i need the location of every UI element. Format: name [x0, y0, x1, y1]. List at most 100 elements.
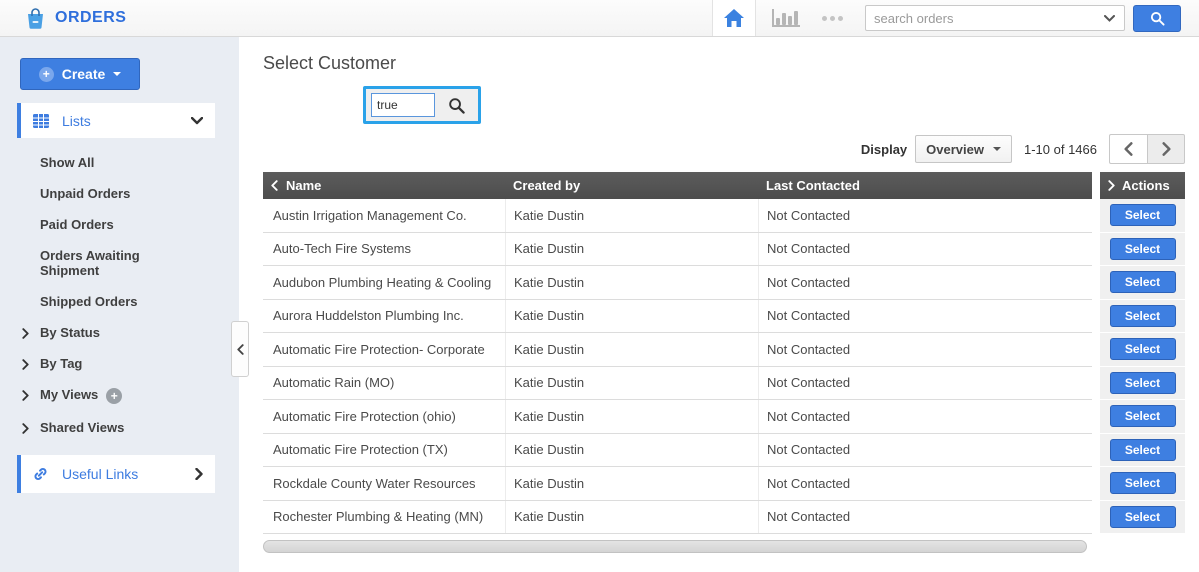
dot-icon [838, 15, 843, 21]
table-row: Audubon Plumbing Heating & Cooling Katie… [263, 266, 1092, 300]
more-options-button[interactable] [822, 15, 843, 21]
chevron-right-icon [1108, 180, 1115, 191]
horizontal-scrollbar[interactable] [263, 540, 1087, 553]
chevron-right-icon [1161, 142, 1171, 156]
cell-created-by: Katie Dustin [505, 366, 758, 399]
shopping-bag-icon [28, 7, 43, 29]
column-label-created-by: Created by [513, 178, 581, 193]
actions-body: Select Select Select Select Select Selec… [1100, 199, 1185, 534]
global-search-button[interactable] [1133, 4, 1181, 32]
cell-created-by: Katie Dustin [505, 433, 758, 466]
select-button[interactable]: Select [1109, 204, 1176, 227]
table-row: Rochester Plumbing & Heating (MN) Katie … [263, 500, 1092, 534]
plus-icon: + [38, 66, 54, 82]
column-label-actions: Actions [1122, 178, 1170, 193]
table-row: Austin Irrigation Management Co. Katie D… [263, 199, 1092, 233]
search-icon [448, 97, 465, 114]
actions-cell: Select [1100, 500, 1185, 534]
customer-search-widget [363, 86, 481, 124]
actions-cell: Select [1100, 266, 1185, 300]
table-row: Automatic Rain (MO) Katie Dustin Not Con… [263, 366, 1092, 400]
cell-created-by: Katie Dustin [505, 333, 758, 366]
cell-name: Automatic Rain (MO) [273, 375, 395, 391]
sidebar-item-shared-views[interactable]: Shared Views+ [0, 412, 190, 443]
topbar-right-group [712, 0, 1199, 36]
sidebar-item-label: Unpaid Orders [40, 186, 131, 201]
select-button[interactable]: Select [1109, 371, 1176, 394]
actions-cell: Select [1100, 333, 1185, 367]
cell-last-contacted: Not Contacted [758, 467, 1092, 500]
sidebar-item-unpaid-orders[interactable]: Unpaid Orders+ [0, 178, 190, 209]
caret-down-icon [113, 72, 122, 80]
dot-icon [822, 15, 827, 21]
column-header-actions[interactable]: Actions [1100, 172, 1185, 199]
cell-created-by: Katie Dustin [505, 266, 758, 299]
sidebar: + Create Lists Show All+ [0, 37, 239, 572]
cell-name: Austin Irrigation Management Co. [273, 207, 467, 223]
sidebar-item-paid-orders[interactable]: Paid Orders+ [0, 209, 190, 240]
chevron-left-icon [1124, 142, 1133, 156]
select-button[interactable]: Select [1109, 472, 1176, 495]
cell-name: Automatic Fire Protection- Corporate [273, 341, 485, 357]
useful-links-label: Useful Links [62, 465, 139, 482]
previous-page-button[interactable] [1109, 134, 1147, 164]
select-button[interactable]: Select [1109, 237, 1176, 260]
sidebar-item-shipped-orders[interactable]: Shipped Orders+ [0, 286, 190, 317]
sidebar-item-useful-links[interactable]: Useful Links [17, 454, 215, 493]
app-logo: ORDERS [26, 7, 126, 29]
select-button[interactable]: Select [1109, 271, 1176, 294]
cell-name: Rochester Plumbing & Heating (MN) [273, 509, 484, 525]
actions-cell: Select [1100, 366, 1185, 400]
main-content: Select Customer Display Overview 1-10 of… [239, 37, 1199, 572]
home-icon [724, 9, 744, 27]
sidebar-collapse-handle[interactable] [231, 321, 249, 377]
table-grid-icon [33, 113, 49, 128]
sidebar-item-lists[interactable]: Lists [17, 103, 215, 138]
customer-search-button[interactable] [439, 92, 473, 118]
display-mode-dropdown[interactable]: Overview [915, 135, 1012, 163]
display-mode-value: Overview [926, 141, 984, 157]
select-button[interactable]: Select [1109, 405, 1176, 428]
cell-created-by: Katie Dustin [505, 467, 758, 500]
select-button[interactable]: Select [1109, 338, 1176, 361]
sidebar-item-by-status[interactable]: By Status+ [0, 317, 190, 348]
sidebar-item-label: Shared Views [40, 419, 125, 435]
sidebar-item-orders-awaiting-shipment[interactable]: Orders Awaiting Shipment+ [0, 240, 190, 286]
actions-cell: Select [1100, 467, 1185, 501]
cell-created-by: Katie Dustin [505, 500, 758, 533]
cell-name: Automatic Fire Protection (ohio) [273, 408, 456, 424]
global-search-input[interactable] [866, 10, 1094, 26]
customer-search-input[interactable] [371, 93, 435, 117]
actions-column: Actions Select Select Select Select Sele… [1100, 172, 1185, 553]
create-button[interactable]: + Create [20, 58, 140, 90]
bar-chart-icon [772, 9, 800, 27]
cell-last-contacted: Not Contacted [758, 500, 1092, 533]
table-row: Auto-Tech Fire Systems Katie Dustin Not … [263, 232, 1092, 266]
cell-created-by: Katie Dustin [505, 232, 758, 265]
column-header-name[interactable]: Name [263, 178, 505, 193]
cell-last-contacted: Not Contacted [758, 232, 1092, 265]
table-body: Austin Irrigation Management Co. Katie D… [263, 199, 1092, 534]
actions-cell: Select [1100, 199, 1185, 233]
search-scope-dropdown[interactable] [1094, 6, 1124, 30]
chevron-down-icon [191, 116, 203, 125]
select-button[interactable]: Select [1109, 438, 1176, 461]
sidebar-item-label: By Tag [40, 356, 83, 371]
home-button[interactable] [712, 0, 756, 36]
reports-button[interactable] [772, 9, 800, 27]
column-label-name: Name [286, 178, 322, 193]
sidebar-item-show-all[interactable]: Show All+ [0, 147, 190, 178]
sidebar-list: Show All+ Unpaid Orders+ Paid Orders+ Or… [0, 147, 239, 443]
cell-last-contacted: Not Contacted [758, 266, 1092, 299]
select-button[interactable]: Select [1109, 505, 1176, 528]
cell-name: Rockdale County Water Resources [273, 475, 476, 491]
select-button[interactable]: Select [1109, 304, 1176, 327]
sidebar-item-my-views[interactable]: My Views + [0, 379, 190, 412]
cell-last-contacted: Not Contacted [758, 299, 1092, 332]
next-page-button[interactable] [1147, 134, 1185, 164]
chevron-right-icon [22, 389, 29, 404]
add-view-icon[interactable]: + [106, 387, 123, 404]
sidebar-lists-label: Lists [62, 112, 91, 129]
sidebar-item-by-tag[interactable]: By Tag+ [0, 348, 190, 379]
pagination-range: 1-10 of 1466 [1023, 141, 1097, 157]
